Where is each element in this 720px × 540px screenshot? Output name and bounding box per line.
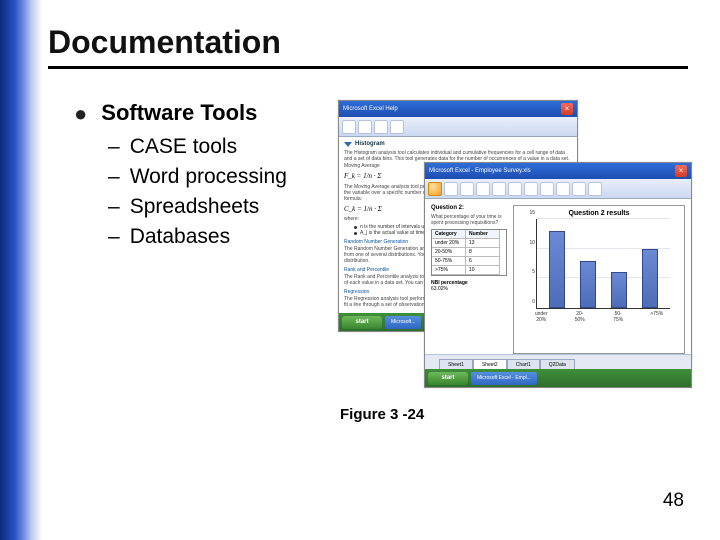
bullet-sub-text: Spreadsheets (130, 194, 260, 220)
help-toolbar (339, 117, 577, 137)
page-number: 48 (663, 490, 684, 512)
table-cell: 8 (466, 248, 500, 257)
close-icon: × (675, 165, 687, 177)
sheet-tab-bar: Sheet1 Sheet2 Chart1 Q2Data (425, 354, 691, 369)
table-cell: under 20% (432, 239, 466, 248)
body-text: ● Software Tools – CASE tools – Word pro… (74, 100, 334, 250)
y-tick: 15 (521, 210, 535, 216)
table-cell: 20-50% (432, 248, 466, 257)
table-header: Number (466, 230, 500, 239)
chart-bar (611, 272, 627, 308)
x-tick: 20-50% (572, 311, 588, 323)
table-row: under 20% 13 (432, 239, 506, 248)
excel-toolbar (425, 179, 691, 199)
chart-bar (642, 249, 658, 308)
slide: Documentation ● Software Tools – CASE to… (0, 0, 720, 540)
excel-taskbar: start Microsoft Excel - Empl... (425, 369, 691, 387)
total-row: NBI percentage 63.02% (431, 280, 507, 292)
taskbar-item: Microsoft... (385, 316, 421, 329)
toolbar-button (492, 182, 506, 196)
excel-title-bar: Microsoft Excel - Employee Survey.xls × (425, 163, 691, 179)
x-tick: under 20% (533, 311, 549, 323)
question-label: Question 2: (431, 205, 507, 211)
x-tick: >75% (649, 311, 665, 323)
data-table: Category Number under 20% 13 20-50% 8 (431, 229, 507, 276)
table-row: 50-75% 6 (432, 257, 506, 266)
toolbar-button (460, 182, 474, 196)
figure-caption: Figure 3 -24 (340, 406, 424, 423)
toolbar-button (374, 120, 388, 134)
chart-bar (580, 261, 596, 308)
toolbar-button (358, 120, 372, 134)
excel-window: Microsoft Excel - Employee Survey.xls × … (424, 162, 692, 388)
toolbar-button (588, 182, 602, 196)
dash-icon: – (108, 134, 120, 160)
y-tick: 5 (521, 269, 535, 275)
toolbar-button (540, 182, 554, 196)
table-header: Category (432, 230, 466, 239)
office-button-icon (428, 182, 442, 196)
start-button: start (428, 372, 468, 385)
toolbar-button (476, 182, 490, 196)
table-header-row: Category Number (432, 230, 506, 239)
chart-bars (537, 219, 670, 308)
bullet-sub-0: – CASE tools (108, 134, 334, 160)
toolbar-button (444, 182, 458, 196)
table-cell: >75% (432, 266, 466, 275)
bullet-sub-1: – Word processing (108, 164, 334, 190)
start-button: start (342, 316, 382, 329)
bullet-sub-text: Databases (130, 224, 230, 250)
x-tick: 50-75% (610, 311, 626, 323)
total-value: 63.02% (431, 286, 448, 292)
bullet-sub-2: – Spreadsheets (108, 194, 334, 220)
toolbar-button (342, 120, 356, 134)
toolbar-button (572, 182, 586, 196)
toolbar-button (556, 182, 570, 196)
chart-x-axis: under 20% 20-50% 50-75% >75% (518, 311, 680, 323)
table-row: 20-50% 8 (432, 248, 506, 257)
close-icon: × (561, 103, 573, 115)
help-title-bar: Microsoft Excel Help × (339, 101, 577, 117)
bullet-dot-icon: ● (74, 100, 87, 128)
help-title-text: Microsoft Excel Help (343, 106, 398, 112)
page-title: Documentation (48, 24, 281, 61)
bullet-sub-text: Word processing (130, 164, 287, 190)
chart-title: Question 2 results (518, 210, 680, 217)
chart-plot-area: 0 5 10 15 (536, 219, 670, 309)
chart-bar (549, 231, 565, 308)
title-underline (48, 66, 688, 69)
bullet-sub-text: CASE tools (130, 134, 237, 160)
figure-illustration: Microsoft Excel Help × Histogram The His… (338, 100, 698, 390)
toolbar-button (390, 120, 404, 134)
help-paragraph: The Histogram analysis tool calculates i… (344, 150, 572, 162)
excel-title-text: Microsoft Excel - Employee Survey.xls (429, 168, 531, 174)
table-cell: 13 (466, 239, 500, 248)
y-tick: 10 (521, 240, 535, 246)
table-row: >75% 10 (432, 266, 506, 275)
chart-panel: Question 2 results 0 5 10 15 (513, 205, 685, 354)
chevron-down-icon (344, 142, 352, 147)
question-text: What percentage of your time is spent pr… (431, 214, 507, 226)
table-cell: 6 (466, 257, 500, 266)
dash-icon: – (108, 194, 120, 220)
bullet-main-text: Software Tools (101, 100, 257, 126)
dash-icon: – (108, 164, 120, 190)
bullet-main: ● Software Tools (74, 100, 334, 128)
table-cell: 50-75% (432, 257, 466, 266)
y-tick: 0 (521, 299, 535, 305)
toolbar-button (524, 182, 538, 196)
excel-left-panel: Question 2: What percentage of your time… (431, 205, 507, 354)
accent-sidebar (0, 0, 42, 540)
excel-body: Question 2: What percentage of your time… (425, 199, 691, 354)
dash-icon: – (108, 224, 120, 250)
taskbar-item: Microsoft Excel - Empl... (471, 372, 537, 385)
table-cell: 10 (466, 266, 500, 275)
bullet-sub-3: – Databases (108, 224, 334, 250)
help-topic: Histogram (344, 141, 572, 148)
help-topic-text: Histogram (355, 141, 385, 148)
toolbar-button (508, 182, 522, 196)
